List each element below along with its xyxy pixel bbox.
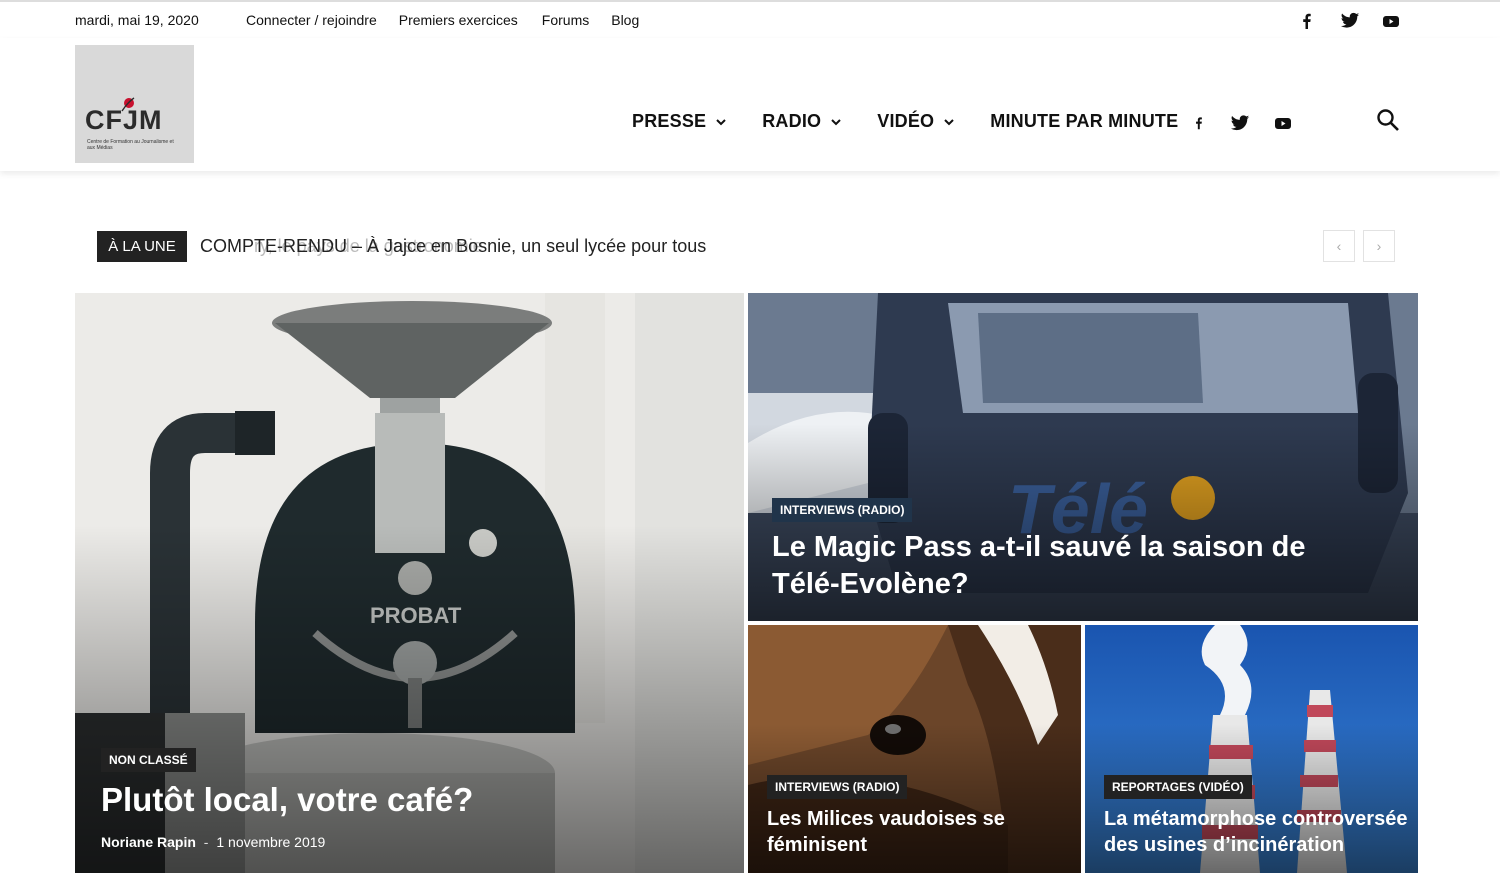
article-author[interactable]: Noriane Rapin bbox=[101, 834, 196, 850]
youtube-icon[interactable] bbox=[1274, 114, 1292, 137]
category-badge[interactable]: INTERVIEWS (RADIO) bbox=[767, 775, 908, 799]
logo-text: CFJM bbox=[85, 105, 163, 135]
top-bar-inner: mardi, mai 19, 2020 Connecter / rejoindr… bbox=[75, 2, 1418, 39]
meta-separator: - bbox=[203, 834, 209, 850]
article-title[interactable]: La métamorphose controversée des usines … bbox=[1104, 806, 1409, 858]
article-tile-chimneys[interactable]: REPORTAGES (VIDÉO) La métamorphose contr… bbox=[1085, 625, 1418, 873]
twitter-icon[interactable] bbox=[1230, 114, 1250, 137]
chevron-down-icon bbox=[944, 118, 954, 125]
category-badge[interactable]: INTERVIEWS (RADIO) bbox=[772, 498, 913, 522]
article-title[interactable]: Le Magic Pass a-t-il sauvé la saison de … bbox=[772, 529, 1332, 603]
top-links: Connecter / rejoindre Premiers exercices… bbox=[246, 12, 661, 28]
category-badge[interactable]: REPORTAGES (VIDÉO) bbox=[1104, 775, 1252, 799]
article-title[interactable]: Plutôt local, votre café? bbox=[101, 781, 721, 819]
ticker-headline[interactable]: COMPTE-RENDU – À Jajce en Bosnie, un seu… bbox=[200, 236, 706, 257]
premiers-exercices-link[interactable]: Premiers exercices bbox=[399, 12, 518, 28]
ticker-next-button[interactable]: › bbox=[1363, 230, 1395, 262]
login-link[interactable]: Connecter / rejoindre bbox=[246, 12, 377, 28]
nav-label: VIDÉO bbox=[877, 111, 935, 131]
search-icon[interactable] bbox=[1376, 108, 1400, 132]
nav-video[interactable]: VIDÉO bbox=[877, 111, 954, 132]
ticker-label: À LA UNE bbox=[97, 231, 187, 262]
top-social bbox=[1298, 12, 1400, 30]
main-navigation: PRESSE RADIO VIDÉO MINUTE PAR MINUTE bbox=[632, 111, 1214, 132]
ticker-prev-button[interactable]: ‹ bbox=[1323, 230, 1355, 262]
nav-radio[interactable]: RADIO bbox=[762, 111, 841, 132]
header-social bbox=[1192, 114, 1292, 137]
article-date: 1 novembre 2019 bbox=[216, 834, 326, 850]
nav-label: MINUTE PAR MINUTE bbox=[990, 111, 1179, 131]
nav-presse[interactable]: PRESSE bbox=[632, 111, 726, 132]
image-overlay bbox=[75, 525, 744, 873]
article-tile-horse[interactable]: INTERVIEWS (RADIO) Les Milices vaudoises… bbox=[748, 625, 1081, 873]
chevron-down-icon bbox=[831, 118, 841, 125]
logo-subtitle: Centre de Formation au Journalisme et au… bbox=[87, 139, 174, 151]
chevron-down-icon bbox=[716, 118, 726, 125]
current-date: mardi, mai 19, 2020 bbox=[75, 12, 199, 28]
nav-label: RADIO bbox=[762, 111, 822, 131]
twitter-icon[interactable] bbox=[1340, 12, 1360, 30]
facebook-icon[interactable] bbox=[1192, 115, 1206, 136]
forums-link[interactable]: Forums bbox=[542, 12, 589, 28]
article-meta: Noriane Rapin - 1 novembre 2019 bbox=[101, 834, 325, 850]
site-logo[interactable]: CFJM Centre de Formation au Journalisme … bbox=[75, 45, 194, 163]
site-header: CFJM Centre de Formation au Journalisme … bbox=[0, 38, 1500, 171]
featured-article-large[interactable]: PROBAT NON CLASSÉ Plutôt local, votre ca… bbox=[75, 293, 744, 873]
category-badge[interactable]: NON CLASSÉ bbox=[101, 748, 196, 772]
nav-label: PRESSE bbox=[632, 111, 707, 131]
top-bar: mardi, mai 19, 2020 Connecter / rejoindr… bbox=[0, 0, 1500, 39]
featured-article-top-right[interactable]: Télé INTERVIEWS (RADIO) Le Magic Pass a-… bbox=[748, 293, 1418, 621]
blog-link[interactable]: Blog bbox=[611, 12, 639, 28]
nav-minute-par-minute[interactable]: MINUTE PAR MINUTE bbox=[990, 111, 1178, 132]
youtube-icon[interactable] bbox=[1382, 12, 1400, 30]
facebook-icon[interactable] bbox=[1298, 12, 1316, 30]
article-title[interactable]: Les Milices vaudoises se féminisent bbox=[767, 806, 1067, 858]
